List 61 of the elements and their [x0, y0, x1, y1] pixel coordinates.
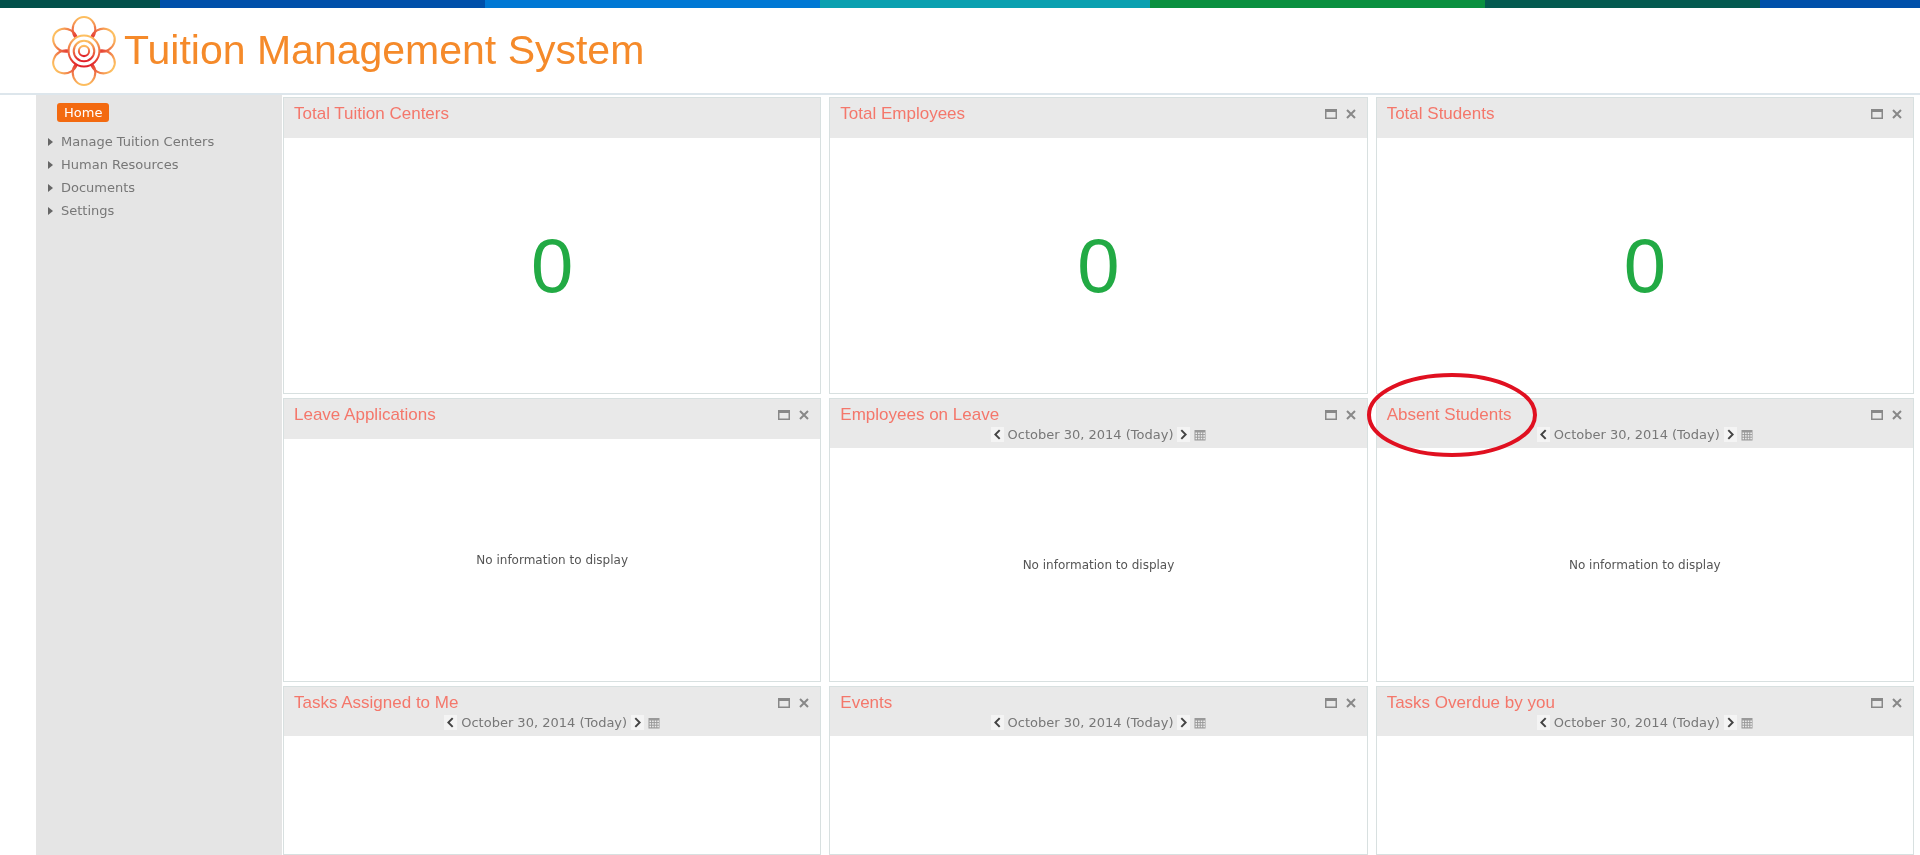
- count-value: 0: [1623, 222, 1666, 309]
- close-icon[interactable]: [1891, 698, 1903, 708]
- widget-title: Tasks Overdue by you: [1386, 693, 1555, 713]
- next-date-button[interactable]: [1723, 427, 1737, 442]
- sidebar-item[interactable]: Documents: [48, 180, 282, 195]
- calendar-icon[interactable]: [648, 716, 661, 729]
- maximize-icon[interactable]: [1871, 109, 1883, 119]
- calendar-icon[interactable]: [1194, 716, 1207, 729]
- date-label: October 30, 2014 (Today): [1007, 715, 1174, 730]
- sidebar-item[interactable]: Manage Tuition Centers: [48, 134, 282, 149]
- count-value: 0: [1077, 222, 1120, 309]
- next-date-button[interactable]: [631, 715, 645, 730]
- maximize-icon[interactable]: [1871, 410, 1883, 420]
- widget-title: Employees on Leave: [840, 405, 1000, 425]
- previous-date-button[interactable]: [990, 715, 1004, 730]
- maximize-icon[interactable]: [778, 698, 791, 708]
- widget-title: Total Employees: [840, 104, 966, 124]
- date-label: October 30, 2014 (Today): [461, 715, 628, 730]
- empty-message: No information to display: [1022, 557, 1175, 572]
- widget-title: Absent Students: [1386, 405, 1512, 425]
- sidebar-item[interactable]: Home: [57, 103, 110, 122]
- caret-icon: [48, 206, 53, 215]
- previous-date-button[interactable]: [444, 715, 458, 730]
- caret-icon: [48, 160, 53, 169]
- close-icon[interactable]: [1344, 410, 1357, 420]
- previous-date-button[interactable]: [1536, 715, 1550, 730]
- date-label: October 30, 2014 (Today): [1553, 427, 1720, 442]
- date-label: October 30, 2014 (Today): [1007, 427, 1174, 442]
- widget-title: Events: [840, 693, 893, 713]
- next-date-button[interactable]: [1177, 427, 1191, 442]
- sidebar-item[interactable]: Settings: [48, 203, 282, 218]
- calendar-icon[interactable]: [1740, 428, 1753, 441]
- date-label: October 30, 2014 (Today): [1553, 715, 1720, 730]
- close-icon[interactable]: [1891, 410, 1903, 420]
- calendar-icon[interactable]: [1194, 428, 1207, 441]
- close-icon[interactable]: [1891, 109, 1903, 119]
- empty-message: No information to display: [1568, 557, 1721, 572]
- maximize-icon[interactable]: [1324, 410, 1337, 420]
- previous-date-button[interactable]: [990, 427, 1004, 442]
- empty-message: No information to display: [476, 553, 628, 567]
- next-date-button[interactable]: [1723, 715, 1737, 730]
- caret-icon: [48, 183, 53, 192]
- next-date-button[interactable]: [1177, 715, 1191, 730]
- close-icon[interactable]: [1344, 109, 1357, 119]
- count-value: 0: [531, 222, 574, 309]
- widget-title: Tasks Assigned to Me: [294, 693, 459, 713]
- close-icon[interactable]: [798, 410, 811, 420]
- maximize-icon[interactable]: [1324, 698, 1337, 708]
- close-icon[interactable]: [1344, 698, 1357, 708]
- sidebar-item[interactable]: Human Resources: [48, 157, 282, 172]
- maximize-icon[interactable]: [1324, 109, 1337, 119]
- widget-title: Total Tuition Centers: [294, 104, 449, 124]
- caret-icon: [48, 137, 53, 146]
- maximize-icon[interactable]: [1871, 698, 1883, 708]
- widget-title: Leave Applications: [294, 405, 436, 425]
- previous-date-button[interactable]: [1536, 427, 1550, 442]
- calendar-icon[interactable]: [1740, 716, 1753, 729]
- app-title: Tuition Management System: [124, 27, 645, 74]
- close-icon[interactable]: [798, 698, 811, 708]
- widget-title: Total Students: [1386, 104, 1495, 124]
- maximize-icon[interactable]: [778, 410, 791, 420]
